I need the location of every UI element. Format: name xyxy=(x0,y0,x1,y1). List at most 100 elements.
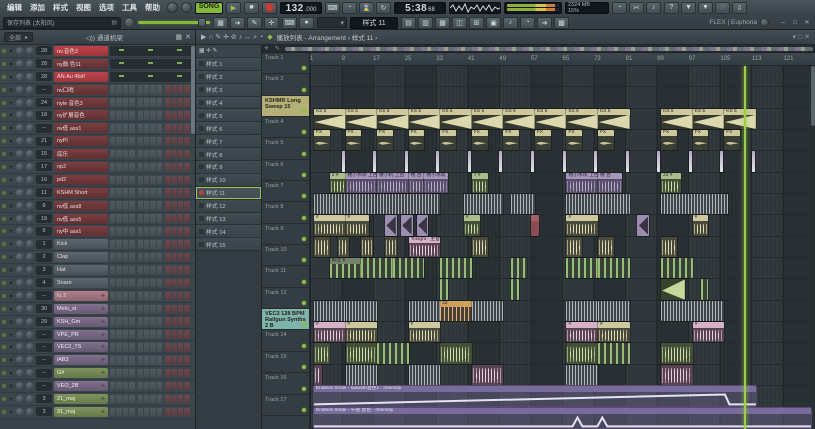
channel-target-number[interactable]: 11 xyxy=(36,188,52,197)
step-cell[interactable] xyxy=(110,408,115,417)
channel-volume-knob[interactable] xyxy=(26,240,34,248)
track-enable-led[interactable] xyxy=(302,216,306,220)
channel-volume-knob[interactable] xyxy=(26,331,34,339)
channel-volume-knob[interactable] xyxy=(26,305,34,313)
step-cell[interactable] xyxy=(150,240,155,249)
channel-pan-knob[interactable] xyxy=(16,266,24,274)
piano-roll-preview[interactable] xyxy=(110,46,193,56)
step-cell[interactable] xyxy=(178,292,183,301)
step-cell[interactable] xyxy=(178,343,183,352)
step-cell[interactable] xyxy=(165,188,170,197)
clip-sweep[interactable]: KS 5 xyxy=(598,109,630,129)
mode-icon-0[interactable]: ▦ xyxy=(213,17,228,29)
channel-volume-knob[interactable] xyxy=(26,382,34,390)
channel-mute-button[interactable] xyxy=(8,177,14,183)
step-cell[interactable] xyxy=(172,266,177,275)
clip-fx[interactable]: FX xyxy=(693,130,709,150)
step-cell[interactable] xyxy=(116,188,121,197)
step-cell[interactable] xyxy=(150,305,155,314)
step-cell[interactable] xyxy=(150,279,155,288)
step-cell[interactable] xyxy=(172,395,177,404)
step-cell[interactable] xyxy=(157,253,162,262)
step-cell[interactable] xyxy=(144,188,149,197)
step-cell[interactable] xyxy=(138,279,143,288)
step-cell[interactable] xyxy=(144,240,149,249)
clip-a-cream[interactable] xyxy=(566,237,582,257)
step-cell[interactable] xyxy=(165,395,170,404)
step-cell[interactable] xyxy=(123,150,128,159)
channel-pan-knob[interactable] xyxy=(16,279,24,287)
step-cell[interactable] xyxy=(123,356,128,365)
clip-m-dark[interactable] xyxy=(440,279,448,299)
step-cell[interactable] xyxy=(157,98,162,107)
clip-sweep[interactable]: KS 5 xyxy=(314,109,346,129)
clip-m-light[interactable] xyxy=(346,365,378,385)
step-cell[interactable] xyxy=(172,408,177,417)
track-header[interactable]: Track 4 xyxy=(262,117,309,138)
channel-pan-knob[interactable] xyxy=(16,215,24,223)
step-cell[interactable] xyxy=(129,150,134,159)
track-lane[interactable] xyxy=(310,87,815,108)
step-cell[interactable] xyxy=(123,98,128,107)
clip-riser[interactable] xyxy=(689,151,692,171)
step-cell[interactable] xyxy=(172,279,177,288)
track-header[interactable]: Track 1 xyxy=(262,53,309,74)
channel-mute-button[interactable] xyxy=(8,87,14,93)
panel-icon-9[interactable]: ▩ xyxy=(554,17,569,29)
channel-button[interactable]: 底乐 xyxy=(54,149,108,159)
step-cell[interactable] xyxy=(172,382,177,391)
step-cell[interactable] xyxy=(178,214,183,223)
step-cell[interactable] xyxy=(178,227,183,236)
channel-select-led[interactable] xyxy=(2,75,6,79)
step-cell[interactable] xyxy=(165,356,170,365)
clip-a-cream[interactable]: # xyxy=(693,215,709,235)
step-sequencer[interactable] xyxy=(110,305,193,314)
channel-target-number[interactable]: 9 xyxy=(36,201,52,210)
step-cell[interactable] xyxy=(138,343,143,352)
step-cell[interactable] xyxy=(184,137,189,146)
step-cell[interactable] xyxy=(184,124,189,133)
channel-pan-knob[interactable] xyxy=(16,240,24,248)
channel-target-number[interactable]: 9 xyxy=(36,227,52,236)
step-cell[interactable] xyxy=(157,150,162,159)
step-cell[interactable] xyxy=(157,305,162,314)
channel-target-number[interactable]: 28 xyxy=(36,46,52,55)
step-cell[interactable] xyxy=(184,227,189,236)
clip-sweep[interactable]: KS 5 xyxy=(472,109,504,129)
step-cell[interactable] xyxy=(165,150,170,159)
clip-sweep[interactable]: KS 5 xyxy=(535,109,567,129)
step-sequencer[interactable] xyxy=(110,369,193,378)
step-cell[interactable] xyxy=(178,279,183,288)
step-cell[interactable] xyxy=(138,408,143,417)
step-cell[interactable] xyxy=(123,382,128,391)
clip-a-green[interactable] xyxy=(661,343,693,363)
channel-volume-knob[interactable] xyxy=(26,395,34,403)
channel-target-number[interactable]: 2 xyxy=(36,253,52,262)
step-cell[interactable] xyxy=(157,214,162,223)
step-sequencer[interactable] xyxy=(110,188,193,197)
step-cell[interactable] xyxy=(150,111,155,120)
channel-mute-button[interactable] xyxy=(8,241,14,247)
step-cell[interactable] xyxy=(165,124,170,133)
channel-button[interactable]: nyPl xyxy=(54,136,108,146)
track-lane[interactable]: 2 #楼小水坝 上古楼小机 上古楼 古楼小水坝 上古7 #楼小水坝 上古楼 古2… xyxy=(310,173,815,194)
panel-icon-4[interactable]: ⊞ xyxy=(469,17,484,29)
channel-volume-knob[interactable] xyxy=(26,292,34,300)
channel-filter-dropdown[interactable]: 全部▸ xyxy=(4,32,33,42)
step-cell[interactable] xyxy=(138,163,143,172)
step-cell[interactable] xyxy=(178,176,183,185)
mode-icon-1[interactable]: ➜ xyxy=(230,17,245,29)
step-cell[interactable] xyxy=(150,214,155,223)
step-cell[interactable] xyxy=(138,369,143,378)
playhead[interactable] xyxy=(744,66,746,429)
step-cell[interactable] xyxy=(144,214,149,223)
step-cell[interactable] xyxy=(178,163,183,172)
step-cell[interactable] xyxy=(123,163,128,172)
channel-pan-knob[interactable] xyxy=(16,86,24,94)
clip-arrow[interactable] xyxy=(385,215,397,235)
step-cell[interactable] xyxy=(110,253,115,262)
pattern-item[interactable]: 样式 9 xyxy=(196,161,261,174)
record-button[interactable] xyxy=(262,2,277,14)
clip-a-cream[interactable] xyxy=(338,237,350,257)
mode-icon-2[interactable]: ✎ xyxy=(247,17,262,29)
